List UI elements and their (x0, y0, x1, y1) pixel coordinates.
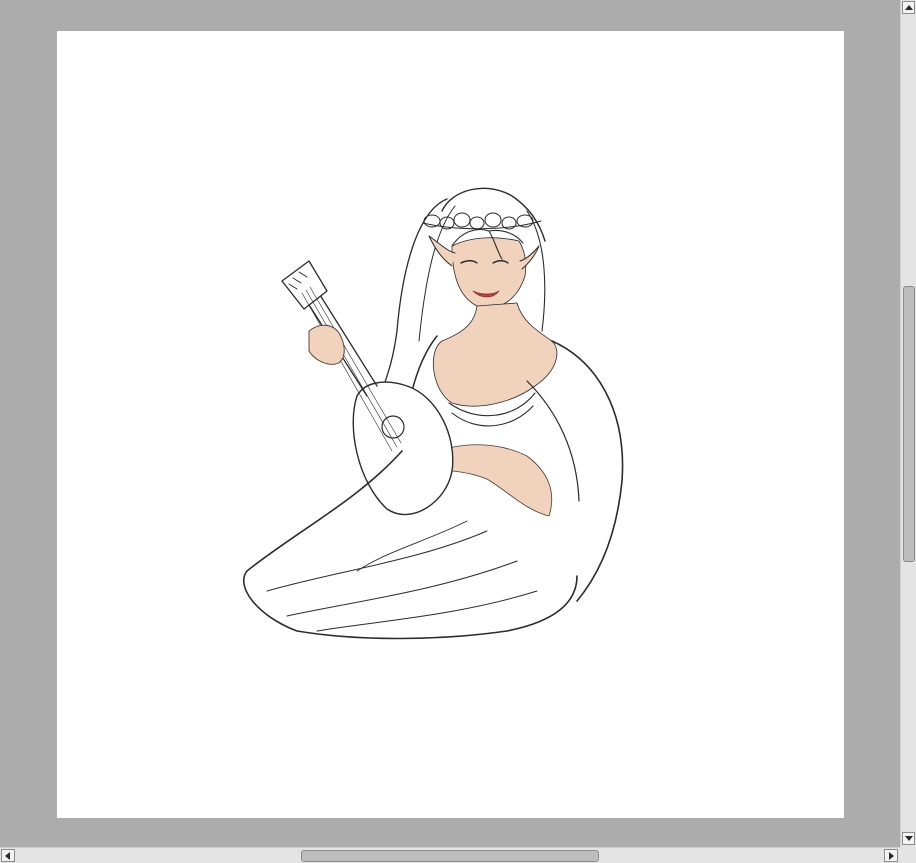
canvas-viewport[interactable] (0, 0, 900, 847)
neck-and-chest (432, 302, 558, 407)
flower-crown (422, 212, 542, 230)
scrollbar-corner (900, 847, 916, 863)
scroll-right-button[interactable] (884, 849, 898, 862)
arrow-right-icon (889, 852, 894, 860)
skirt-fold-4 (356, 520, 468, 572)
scroll-left-button[interactable] (1, 849, 15, 862)
scroll-down-button[interactable] (902, 832, 915, 845)
hair-right-strand (526, 210, 546, 332)
vertical-scrollbar[interactable] (900, 0, 916, 847)
horizontal-scroll-thumb[interactable] (301, 850, 599, 862)
drawing-canvas[interactable] (57, 31, 844, 818)
left-ear (428, 235, 456, 267)
horizontal-scrollbar[interactable] (0, 847, 900, 863)
artwork-sketch (242, 187, 624, 640)
mandolin-body (352, 381, 454, 516)
face-skin (451, 237, 527, 309)
dress-drape-right (551, 340, 624, 602)
mandolin-headstock (281, 260, 328, 310)
arrow-left-icon (5, 852, 10, 860)
vertical-scroll-thumb[interactable] (903, 286, 915, 562)
fretting-hand (308, 324, 345, 365)
arrow-down-icon (905, 836, 913, 841)
arrow-up-icon (905, 5, 913, 10)
skirt-fold-1 (266, 530, 488, 592)
mandolin (281, 260, 454, 516)
scroll-up-button[interactable] (902, 1, 915, 14)
skirt-fold-3 (316, 590, 538, 632)
skirt-fold-2 (286, 560, 518, 617)
